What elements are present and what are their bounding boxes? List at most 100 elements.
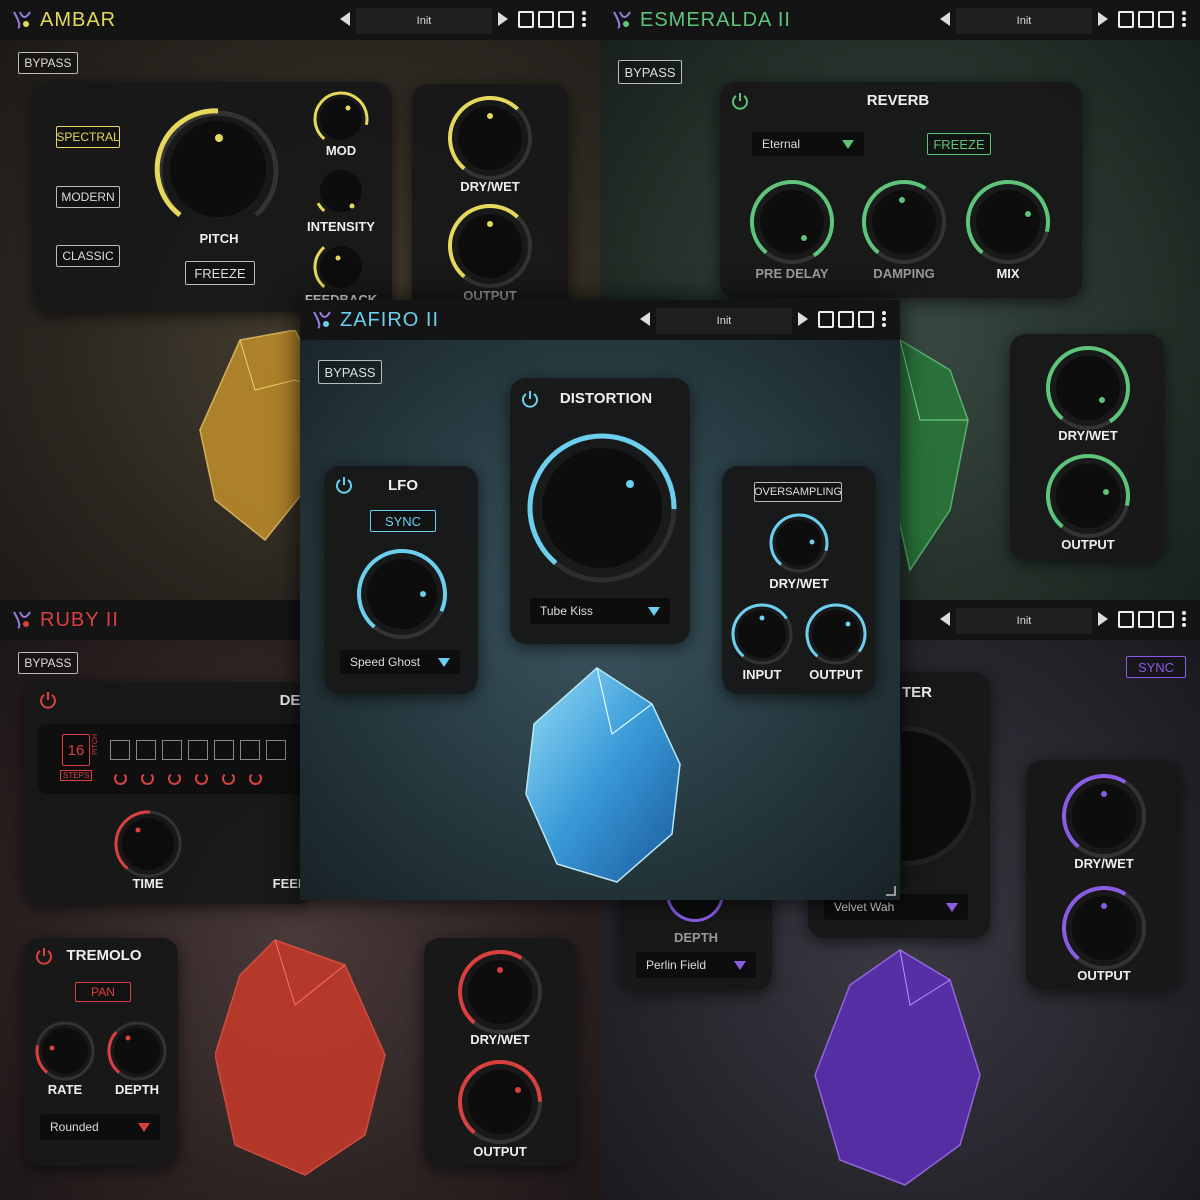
intensity-knob[interactable]: [312, 162, 370, 220]
input-knob[interactable]: [730, 602, 794, 666]
save-as-icon[interactable]: [1158, 611, 1174, 628]
prev-preset-button[interactable]: [940, 612, 950, 626]
step-pitch-cell[interactable]: [162, 740, 182, 760]
damping-knob[interactable]: [860, 178, 948, 266]
lfo-rate-knob[interactable]: [354, 546, 450, 642]
reverb-type-dropdown[interactable]: Eternal: [752, 132, 864, 156]
output-knob[interactable]: [1044, 452, 1132, 540]
power-icon[interactable]: [334, 475, 354, 495]
tremolo-shape-dropdown[interactable]: Rounded: [40, 1114, 160, 1140]
resize-handle[interactable]: [886, 886, 896, 896]
pitch-knob[interactable]: [149, 100, 287, 238]
step-pitch-cell[interactable]: [214, 740, 234, 760]
filter-knob-partial[interactable]: [902, 726, 976, 866]
new-preset-icon[interactable]: [518, 11, 534, 28]
drywet-knob[interactable]: [1044, 344, 1132, 432]
new-preset-icon[interactable]: [818, 311, 834, 328]
drywet-knob[interactable]: [446, 94, 534, 182]
prev-preset-button[interactable]: [640, 312, 650, 326]
bypass-button[interactable]: BYPASS: [18, 52, 78, 74]
next-preset-button[interactable]: [1098, 12, 1108, 26]
bypass-button[interactable]: BYPASS: [18, 652, 78, 674]
step-power-icon[interactable]: [114, 772, 127, 785]
menu-icon[interactable]: [882, 311, 886, 327]
step-power-icon[interactable]: [195, 772, 208, 785]
drywet-knob[interactable]: [768, 512, 830, 574]
dropdown-arrow-icon: [138, 1123, 150, 1132]
power-icon[interactable]: [38, 690, 58, 710]
preset-name[interactable]: Init: [356, 8, 492, 34]
new-preset-icon[interactable]: [1118, 611, 1134, 628]
step-power-icon[interactable]: [168, 772, 181, 785]
noise-dropdown[interactable]: Perlin Field: [636, 952, 756, 978]
bypass-button[interactable]: BYPASS: [618, 60, 682, 84]
output-knob[interactable]: [446, 202, 534, 290]
power-icon[interactable]: [730, 91, 750, 111]
save-icon[interactable]: [1138, 611, 1154, 628]
step-pitch-cell[interactable]: [240, 740, 260, 760]
menu-icon[interactable]: [1182, 611, 1186, 627]
lfo-shape-dropdown[interactable]: Speed Ghost: [340, 650, 460, 674]
menu-icon[interactable]: [1182, 11, 1186, 27]
drywet-knob[interactable]: [1060, 772, 1148, 860]
step-power-icon[interactable]: [249, 772, 262, 785]
plugin-title: ESMERALDA II: [640, 9, 791, 31]
sync-button[interactable]: SYNC: [1126, 656, 1186, 678]
next-preset-button[interactable]: [498, 12, 508, 26]
plugin-title: RUBY II: [40, 609, 119, 631]
step-pitch-cell[interactable]: [188, 740, 208, 760]
pan-button[interactable]: PAN: [75, 982, 131, 1002]
freeze-button[interactable]: FREEZE: [185, 261, 255, 285]
tremolo-panel: TREMOLO PAN RATE DEPTH Rounded: [24, 938, 178, 1166]
steps-count[interactable]: 16: [62, 734, 90, 766]
sync-button[interactable]: SYNC: [370, 510, 436, 532]
step-pitch-cell[interactable]: [136, 740, 156, 760]
new-preset-icon[interactable]: [1118, 11, 1134, 28]
mod-knob[interactable]: [312, 90, 370, 148]
next-preset-button[interactable]: [1098, 612, 1108, 626]
power-icon[interactable]: [520, 389, 540, 409]
save-icon[interactable]: [838, 311, 854, 328]
step-pitch-cell[interactable]: [110, 740, 130, 760]
output-knob[interactable]: [1060, 884, 1148, 972]
save-icon[interactable]: [1138, 11, 1154, 28]
save-as-icon[interactable]: [558, 11, 574, 28]
save-icon[interactable]: [538, 11, 554, 28]
mode-modern-button[interactable]: MODERN: [56, 186, 120, 208]
preset-name[interactable]: Init: [956, 8, 1092, 34]
prev-preset-button[interactable]: [940, 12, 950, 26]
drywet-label: DRY/WET: [460, 179, 520, 194]
step-pitch-cell[interactable]: [266, 740, 286, 760]
prev-preset-button[interactable]: [340, 12, 350, 26]
preset-name[interactable]: Init: [956, 608, 1092, 634]
pre-delay-label: PRE DELAY: [755, 266, 829, 281]
next-preset-button[interactable]: [798, 312, 808, 326]
feedback-knob[interactable]: [312, 238, 370, 296]
oversampling-button[interactable]: OVERSAMPLING: [754, 482, 842, 502]
depth-knob[interactable]: [106, 1020, 168, 1082]
power-icon[interactable]: [34, 946, 54, 966]
step-power-icon[interactable]: [222, 772, 235, 785]
mode-spectral-button[interactable]: SPECTRAL: [56, 126, 120, 148]
preset-name[interactable]: Init: [656, 308, 792, 334]
menu-icon[interactable]: [582, 11, 586, 27]
bypass-button[interactable]: BYPASS: [318, 360, 382, 384]
drive-knob[interactable]: [524, 430, 680, 586]
drywet-knob[interactable]: [456, 948, 544, 1036]
pre-delay-knob[interactable]: [748, 178, 836, 266]
save-as-icon[interactable]: [858, 311, 874, 328]
step-power-icon[interactable]: [141, 772, 154, 785]
drywet-label: DRY/WET: [470, 1032, 530, 1047]
output-knob[interactable]: [456, 1058, 544, 1146]
freeze-button[interactable]: FREEZE: [927, 133, 991, 155]
mode-classic-button[interactable]: CLASSIC: [56, 245, 120, 267]
output-knob[interactable]: [804, 602, 868, 666]
mix-knob[interactable]: [964, 178, 1052, 266]
distortion-type-dropdown[interactable]: Tube Kiss: [530, 598, 670, 624]
preset-actions: [1118, 11, 1174, 28]
rate-knob[interactable]: [34, 1020, 96, 1082]
time-knob[interactable]: [112, 808, 184, 880]
step-power-row: [114, 772, 262, 785]
save-as-icon[interactable]: [1158, 11, 1174, 28]
mix-label: MIX: [996, 266, 1020, 281]
